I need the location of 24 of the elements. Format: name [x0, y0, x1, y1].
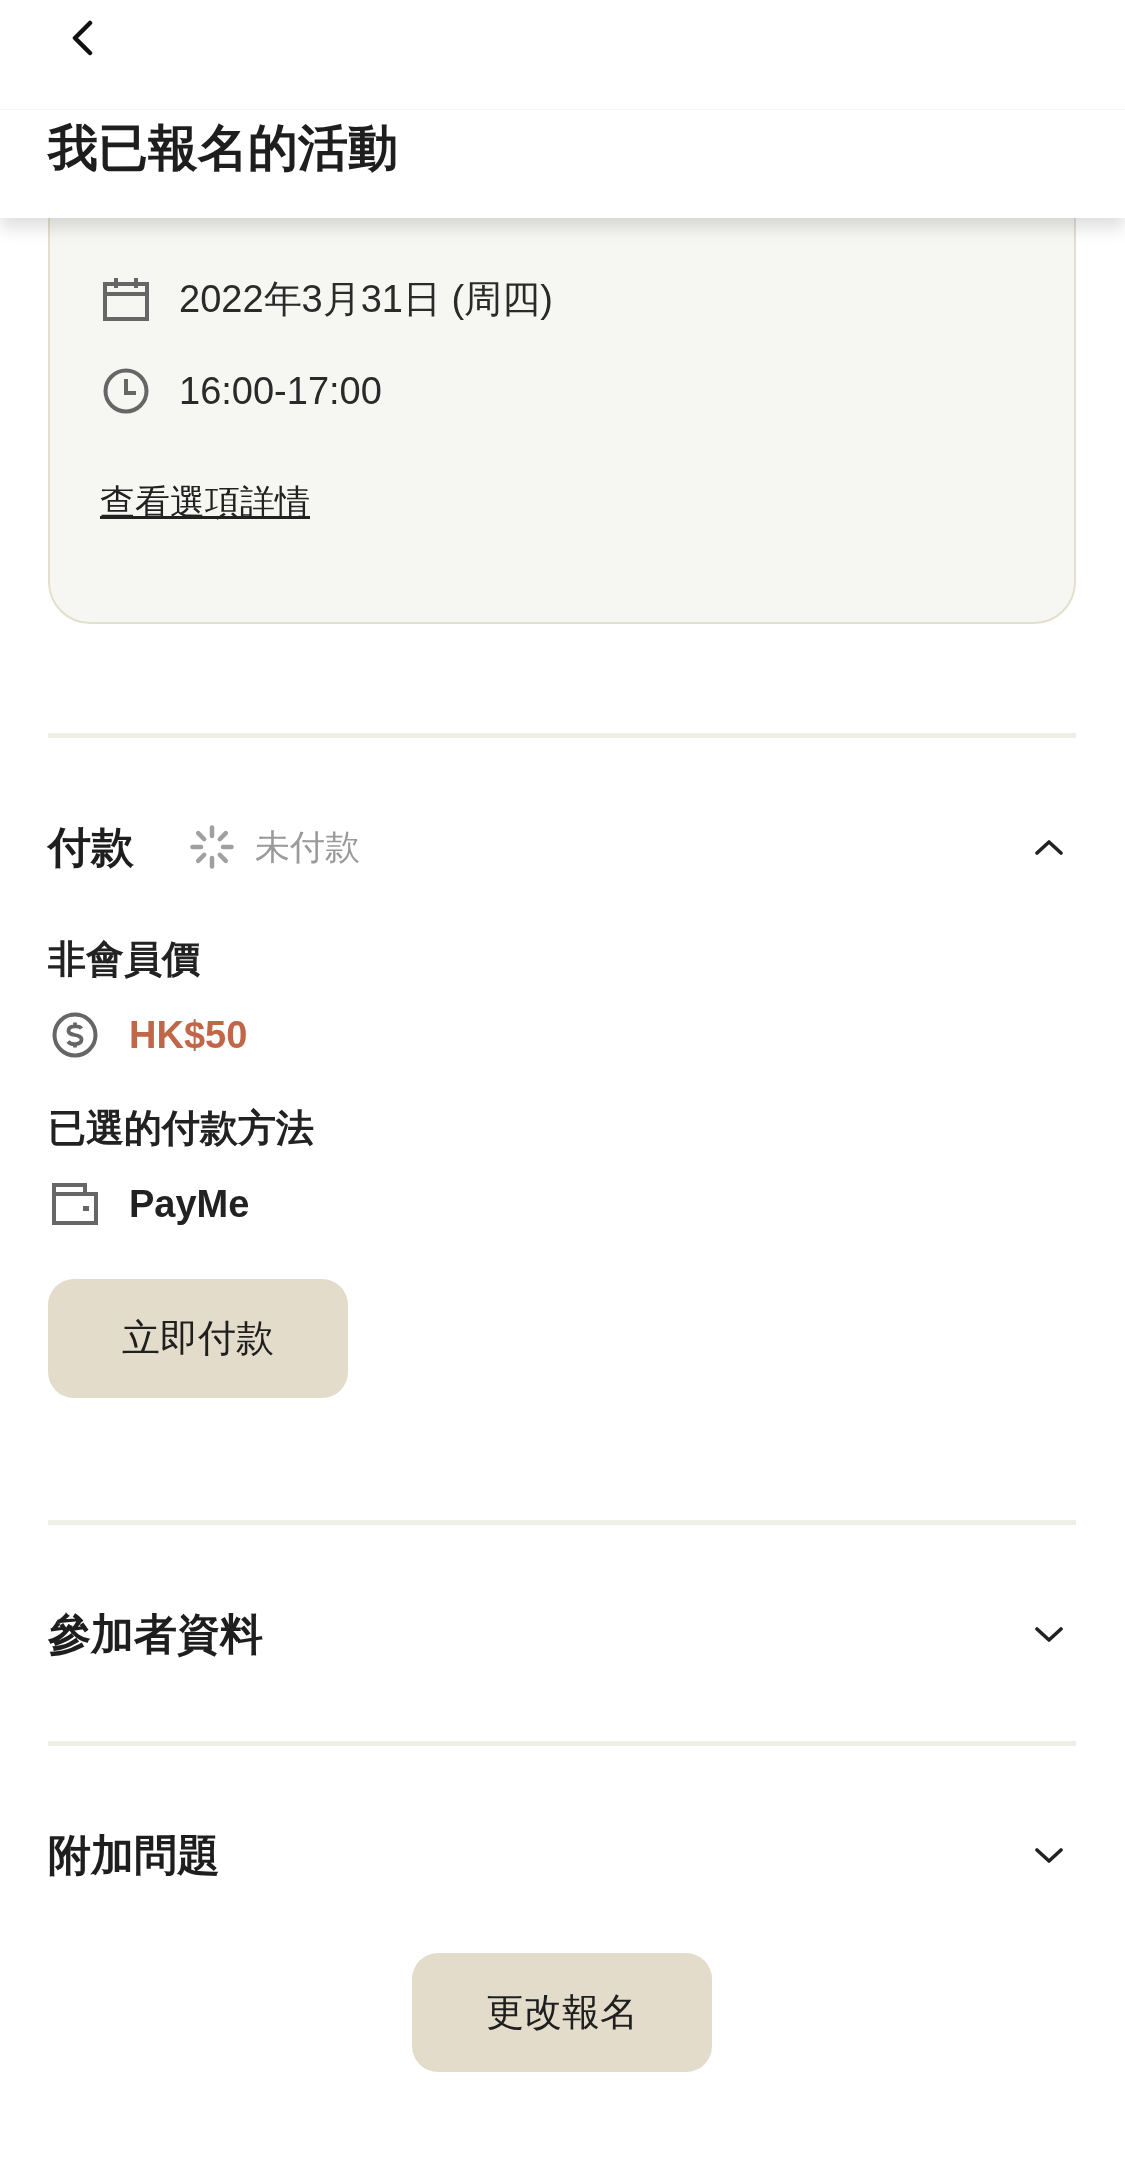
- section-title: 附加問題: [48, 1830, 220, 1881]
- spinner-icon: [189, 824, 235, 870]
- collapse-chevron-icon[interactable]: [1035, 838, 1063, 856]
- dollar-coin-icon: [52, 1012, 98, 1058]
- section-title: 付款: [48, 822, 134, 873]
- wallet-icon: [52, 1183, 98, 1225]
- event-time: 16:00-17:00: [179, 368, 382, 414]
- pay-now-button[interactable]: 立即付款: [48, 1279, 348, 1398]
- payment-method: PayMe: [129, 1181, 250, 1227]
- field-label: 已選的付款方法: [48, 1106, 315, 1151]
- back-icon: [70, 19, 94, 56]
- calendar-icon: [103, 277, 149, 321]
- change-registration-button[interactable]: 更改報名: [412, 1953, 712, 2072]
- clock-icon: [103, 368, 149, 414]
- section-title: 參加者資料: [48, 1609, 263, 1660]
- expand-chevron-icon[interactable]: [1035, 1846, 1063, 1864]
- back-button[interactable]: [70, 19, 94, 56]
- page-title: 我已報名的活動: [48, 119, 399, 178]
- event-date: 2022年3月31日 (周四): [179, 276, 553, 322]
- payment-status: 未付款: [255, 825, 360, 868]
- expand-chevron-icon[interactable]: [1035, 1625, 1063, 1643]
- field-label: 非會員價: [48, 937, 201, 982]
- price-amount: HK$50: [129, 1012, 248, 1058]
- view-options-link[interactable]: 查看選項詳情: [100, 477, 310, 527]
